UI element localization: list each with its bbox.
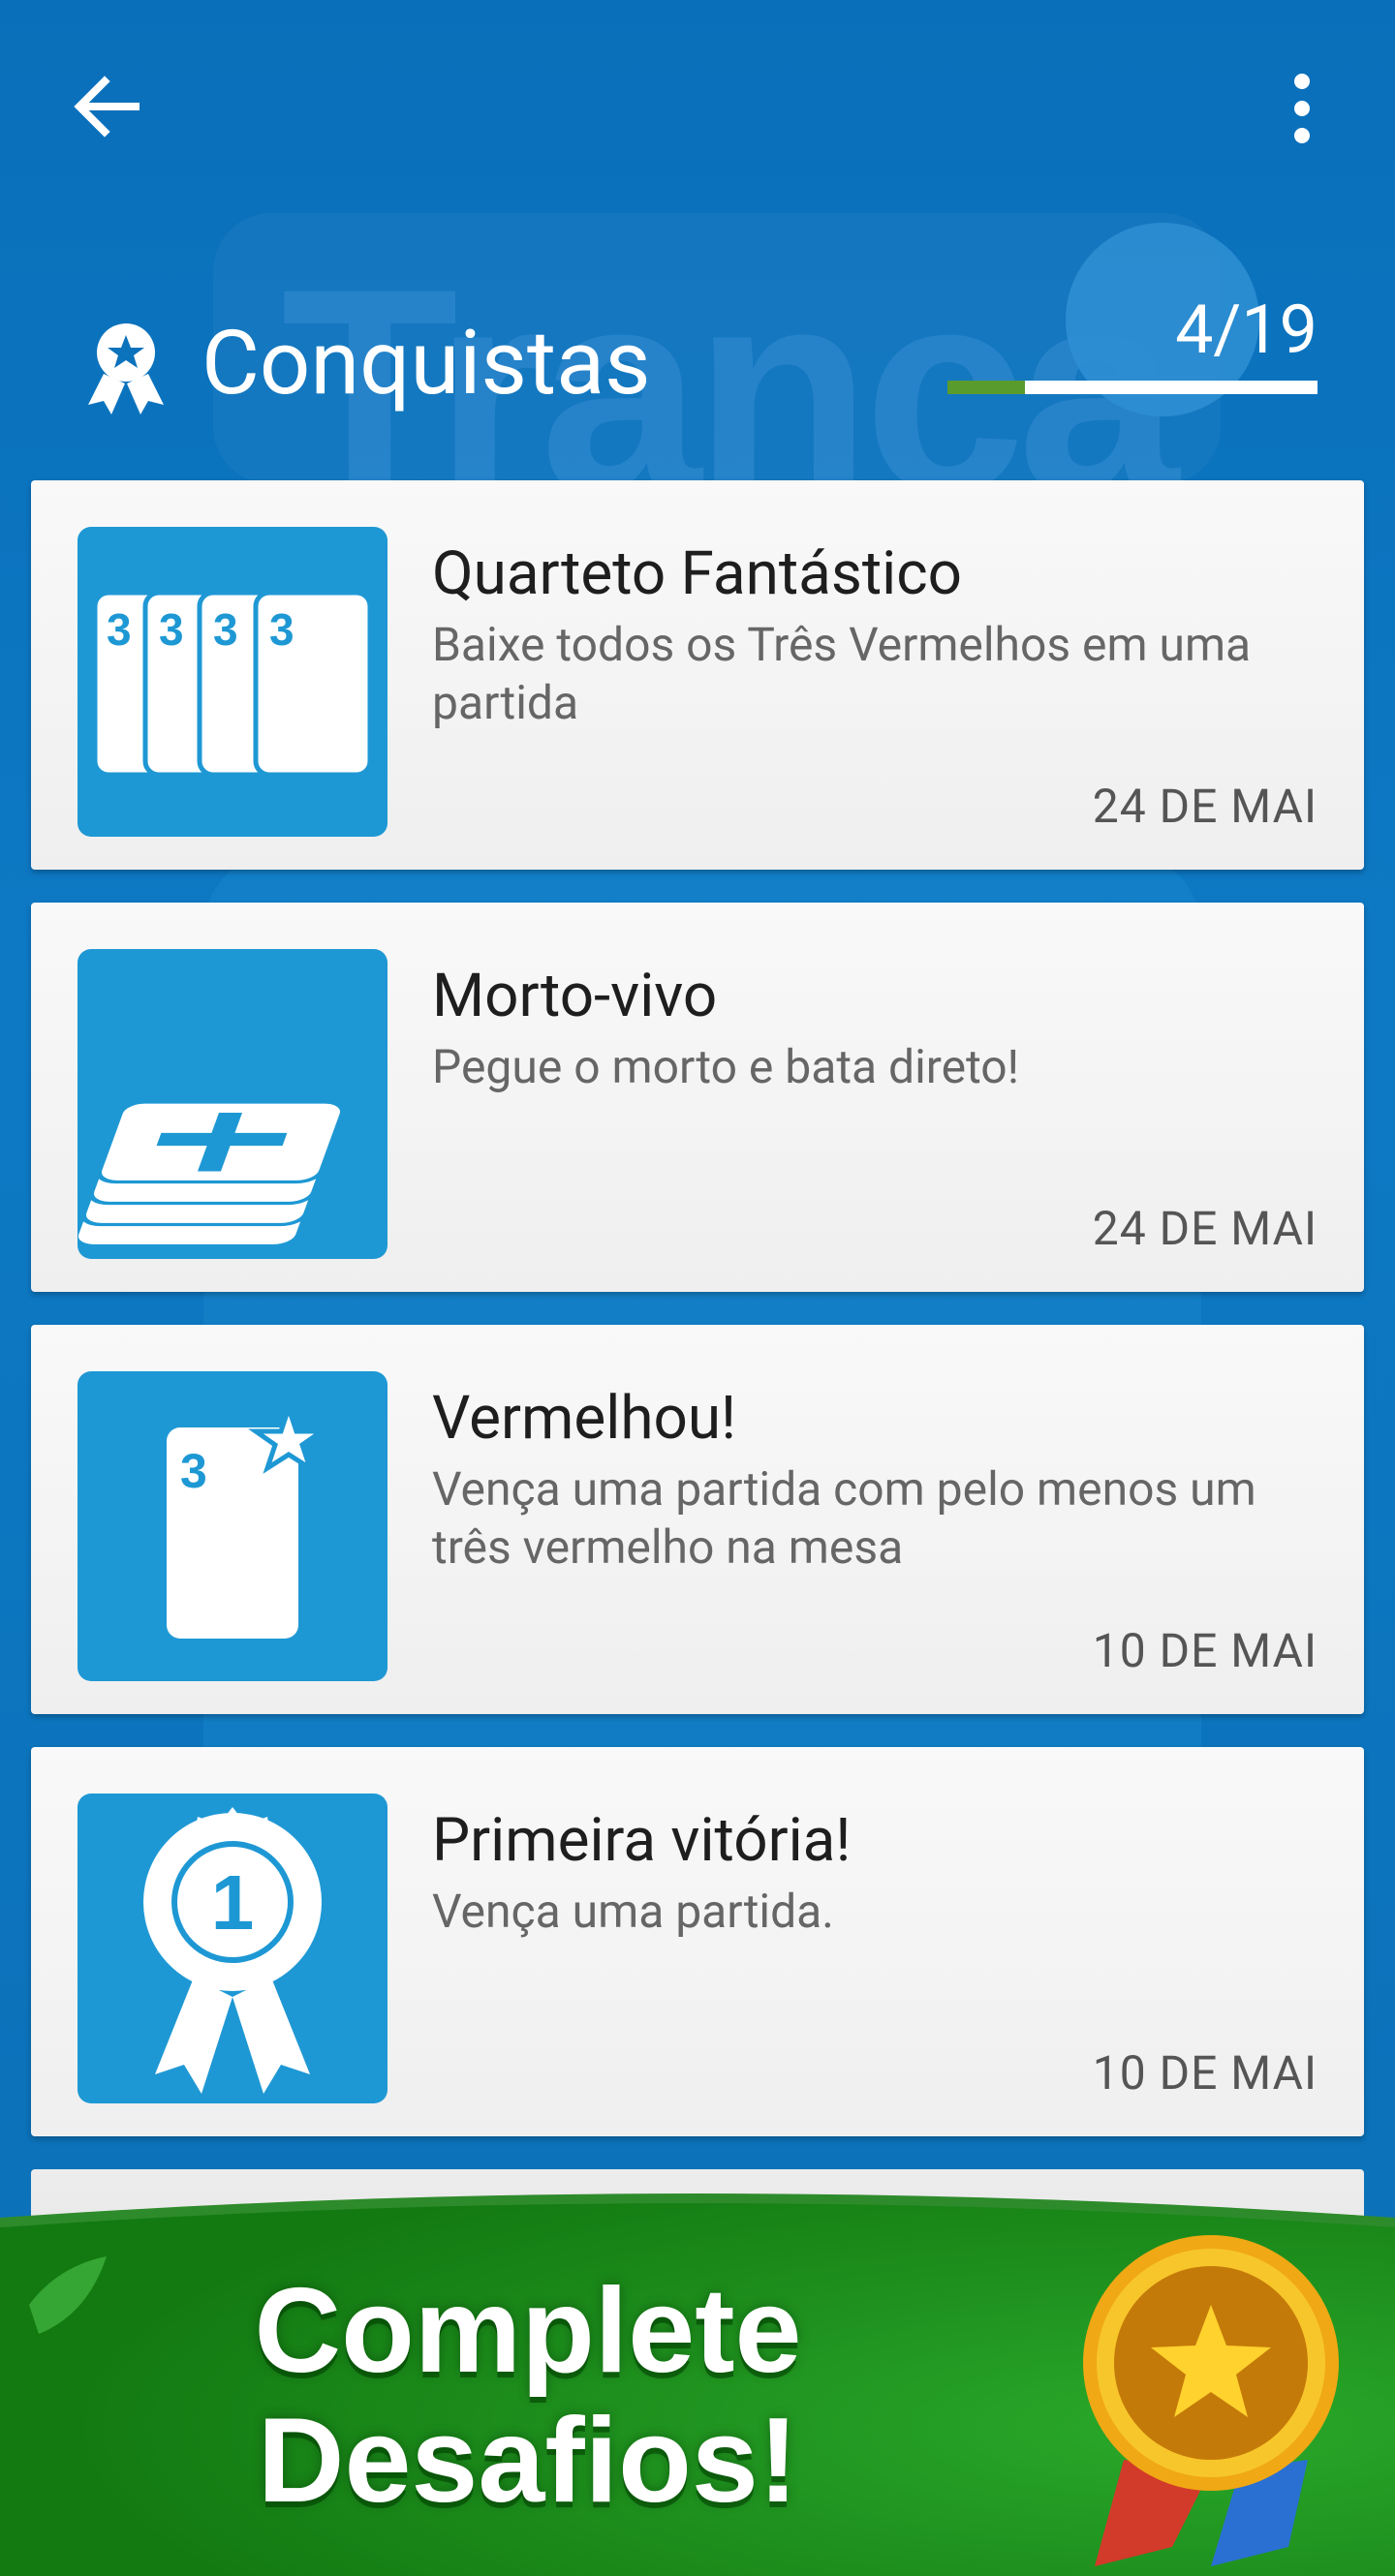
banner-line-1: Complete <box>254 2264 802 2398</box>
achievement-title: Quarteto Fantástico <box>432 538 963 609</box>
more-vert-icon[interactable] <box>1259 68 1337 145</box>
progress-bar-fill <box>947 381 1026 394</box>
achievement-description: Vença uma partida com pelo menos um três… <box>432 1461 1256 1575</box>
svg-text:3: 3 <box>180 1444 207 1498</box>
star-medal-icon <box>1066 2227 1356 2576</box>
achievement-date: 10 DE MAI <box>1092 2045 1318 2101</box>
progress-count: 4/19 <box>1175 291 1318 370</box>
achievement-title: Morto-vivo <box>432 961 718 1031</box>
card-star-icon: 3 <box>78 1371 388 1681</box>
svg-text:3: 3 <box>269 604 294 655</box>
promo-banner: Complete Desafios! <box>0 2189 1395 2576</box>
achievement-card[interactable]: 3 Vermelhou! Vença uma partida com pelo … <box>31 1325 1364 1714</box>
svg-text:3: 3 <box>107 604 132 655</box>
svg-text:3: 3 <box>213 604 238 655</box>
achievement-title: Primeira vitória! <box>432 1805 852 1876</box>
banner-text: Complete Desafios! <box>165 2266 891 2526</box>
medal-number: 1 <box>211 1859 255 1946</box>
progress-bar <box>947 381 1318 394</box>
arrow-left-icon[interactable] <box>68 68 145 145</box>
page-title: Conquistas <box>202 312 651 415</box>
achievements-header: Conquistas 4/19 <box>0 291 1395 445</box>
achievement-date: 24 DE MAI <box>1092 1201 1318 1256</box>
achievement-card[interactable]: Morto-vivo Pegue o morto e bata direto! … <box>31 903 1364 1292</box>
achievement-title: Vermelhou! <box>432 1383 737 1454</box>
achievement-description: Pegue o morto e bata direto! <box>432 1039 1020 1094</box>
four-cards-icon: 3 3 3 3 <box>78 527 388 837</box>
ribbon-medal-icon: 1 <box>78 1794 388 2103</box>
achievement-card[interactable]: 1 Primeira vitória! Vença uma partida. 1… <box>31 1747 1364 2136</box>
achievement-card[interactable]: 3 3 3 3 Quarteto Fantástico Baixe todos … <box>31 480 1364 870</box>
achievement-description: Vença uma partida. <box>432 1884 834 1939</box>
banner-line-2: Desafios! <box>257 2394 799 2528</box>
app-bar <box>0 0 1395 217</box>
svg-text:3: 3 <box>159 604 184 655</box>
achievement-date: 24 DE MAI <box>1092 779 1318 834</box>
award-icon <box>82 320 170 416</box>
card-stack-cross-icon <box>78 949 388 1259</box>
achievement-description: Baixe todos os Três Vermelhos em uma par… <box>432 617 1252 730</box>
achievement-date: 10 DE MAI <box>1092 1623 1318 1678</box>
